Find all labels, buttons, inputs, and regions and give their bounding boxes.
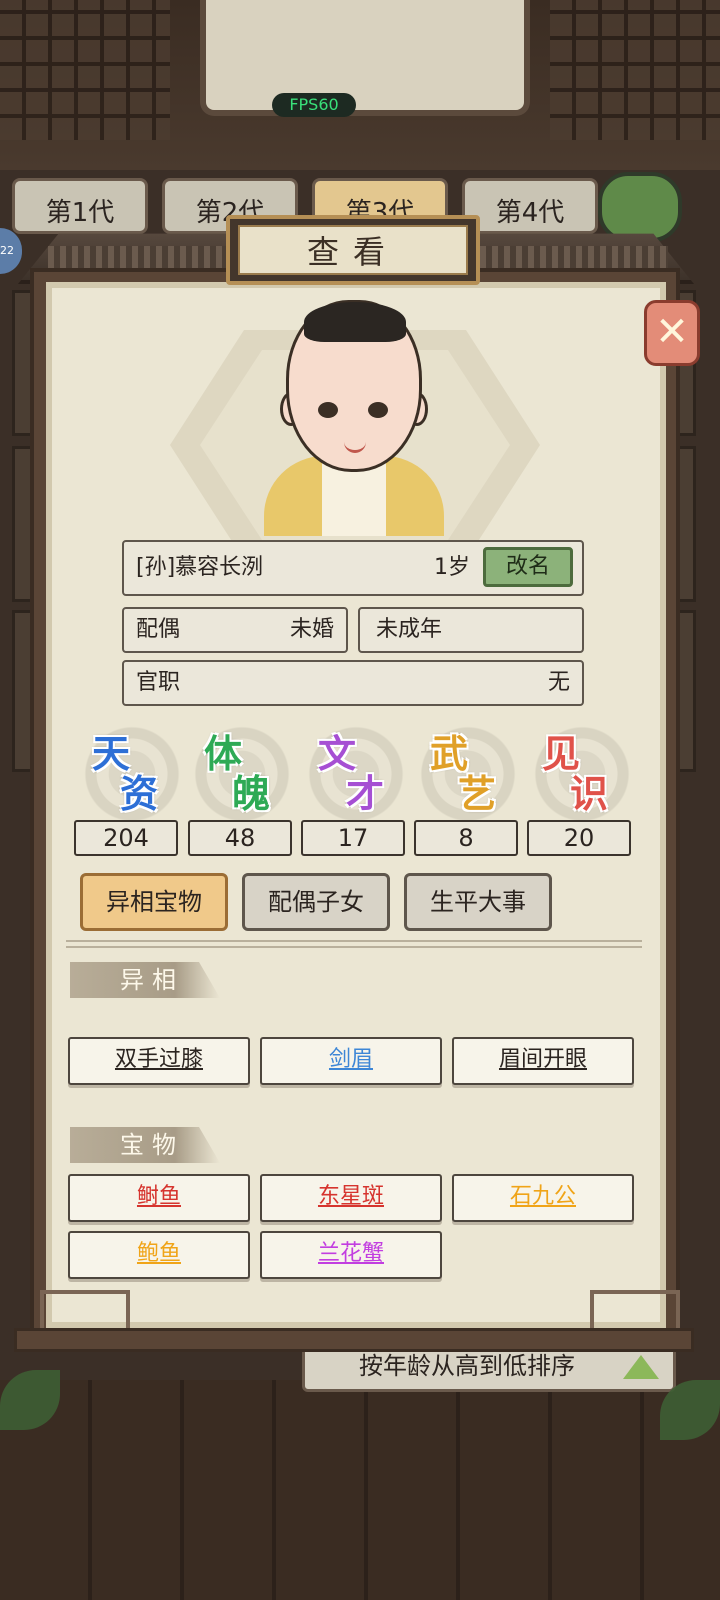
section-divider (66, 940, 642, 948)
official-post-label: 官职 (136, 670, 181, 695)
character-age: 1岁 (434, 555, 470, 580)
window-lattice-left (0, 0, 170, 140)
stat-value-martial: 8 (414, 820, 518, 856)
stat-name-physique-1: 体 (204, 732, 243, 776)
tab-traits-treasures[interactable]: 异相宝物 (80, 873, 228, 931)
character-name: [孙]慕容长洌 (136, 555, 264, 580)
stat-value-physique: 48 (188, 820, 292, 856)
portrait-eye (368, 402, 388, 418)
floor-background (0, 1380, 720, 1600)
portrait-hair (304, 302, 406, 342)
stat-name-martial-2: 艺 (458, 772, 497, 816)
tab-generation-1[interactable]: 第1代 (12, 178, 148, 234)
trait-chip[interactable]: 双手过膝 (68, 1037, 250, 1085)
rename-button[interactable]: 改名 (483, 547, 573, 587)
tab-spouse-children[interactable]: 配偶子女 (242, 873, 390, 931)
tab-life-events[interactable]: 生平大事 (404, 873, 552, 931)
stat-name-talent-2: 资 (120, 772, 159, 816)
stat-name-physique-2: 魄 (232, 772, 271, 816)
sort-arrow-icon (623, 1355, 659, 1379)
stat-name-literary-2: 才 (346, 772, 385, 816)
stat-value-literary: 17 (301, 820, 405, 856)
treasure-chip[interactable]: 东星斑 (260, 1174, 442, 1222)
treasure-chip[interactable]: 鲍鱼 (68, 1231, 250, 1279)
dialog-bottom-rail (14, 1328, 694, 1352)
tab-generation-4[interactable]: 第4代 (462, 178, 598, 234)
trait-chip[interactable]: 眉间开眼 (452, 1037, 634, 1085)
treasures-section-title: 宝物 (70, 1127, 220, 1163)
close-icon: ✕ (655, 309, 689, 355)
sort-label: 按年龄从高到低排序 (359, 1352, 575, 1380)
official-post-value: 无 (547, 670, 570, 695)
stat-value-talent: 204 (74, 820, 178, 856)
dialog-title: 查看 (238, 225, 468, 275)
stat-name-talent-1: 天 (92, 732, 131, 776)
trait-chip[interactable]: 剑眉 (260, 1037, 442, 1085)
age-status: 未成年 (376, 617, 443, 642)
treasure-chip[interactable]: 鲥鱼 (68, 1174, 250, 1222)
stat-name-martial-1: 武 (430, 732, 469, 776)
close-button[interactable]: ✕ (644, 300, 700, 366)
window-lattice-right (550, 0, 720, 140)
stat-name-literary-1: 文 (318, 732, 357, 776)
traits-section-title: 异相 (70, 962, 220, 998)
official-post-row: 官职 无 (122, 660, 584, 706)
stat-name-knowledge-2: 识 (570, 772, 609, 816)
treasure-chip[interactable]: 石九公 (452, 1174, 634, 1222)
frame-ornament (590, 1290, 680, 1330)
stat-name-knowledge-1: 见 (542, 732, 581, 776)
frame-ornament (40, 1290, 130, 1330)
back-arrow-icon[interactable] (598, 172, 682, 242)
age-status-row: 未成年 (358, 607, 584, 653)
portrait-eye (318, 402, 338, 418)
stat-value-knowledge: 20 (527, 820, 631, 856)
wall-painting (200, 0, 530, 116)
spouse-row: 配偶 未婚 (122, 607, 348, 653)
fps-counter: FPS60 (272, 93, 356, 117)
dialog-title-plate: 查看 (226, 215, 480, 285)
spouse-label: 配偶 (136, 617, 181, 642)
treasure-chip[interactable]: 兰花蟹 (260, 1231, 442, 1279)
spouse-value: 未婚 (289, 617, 334, 642)
